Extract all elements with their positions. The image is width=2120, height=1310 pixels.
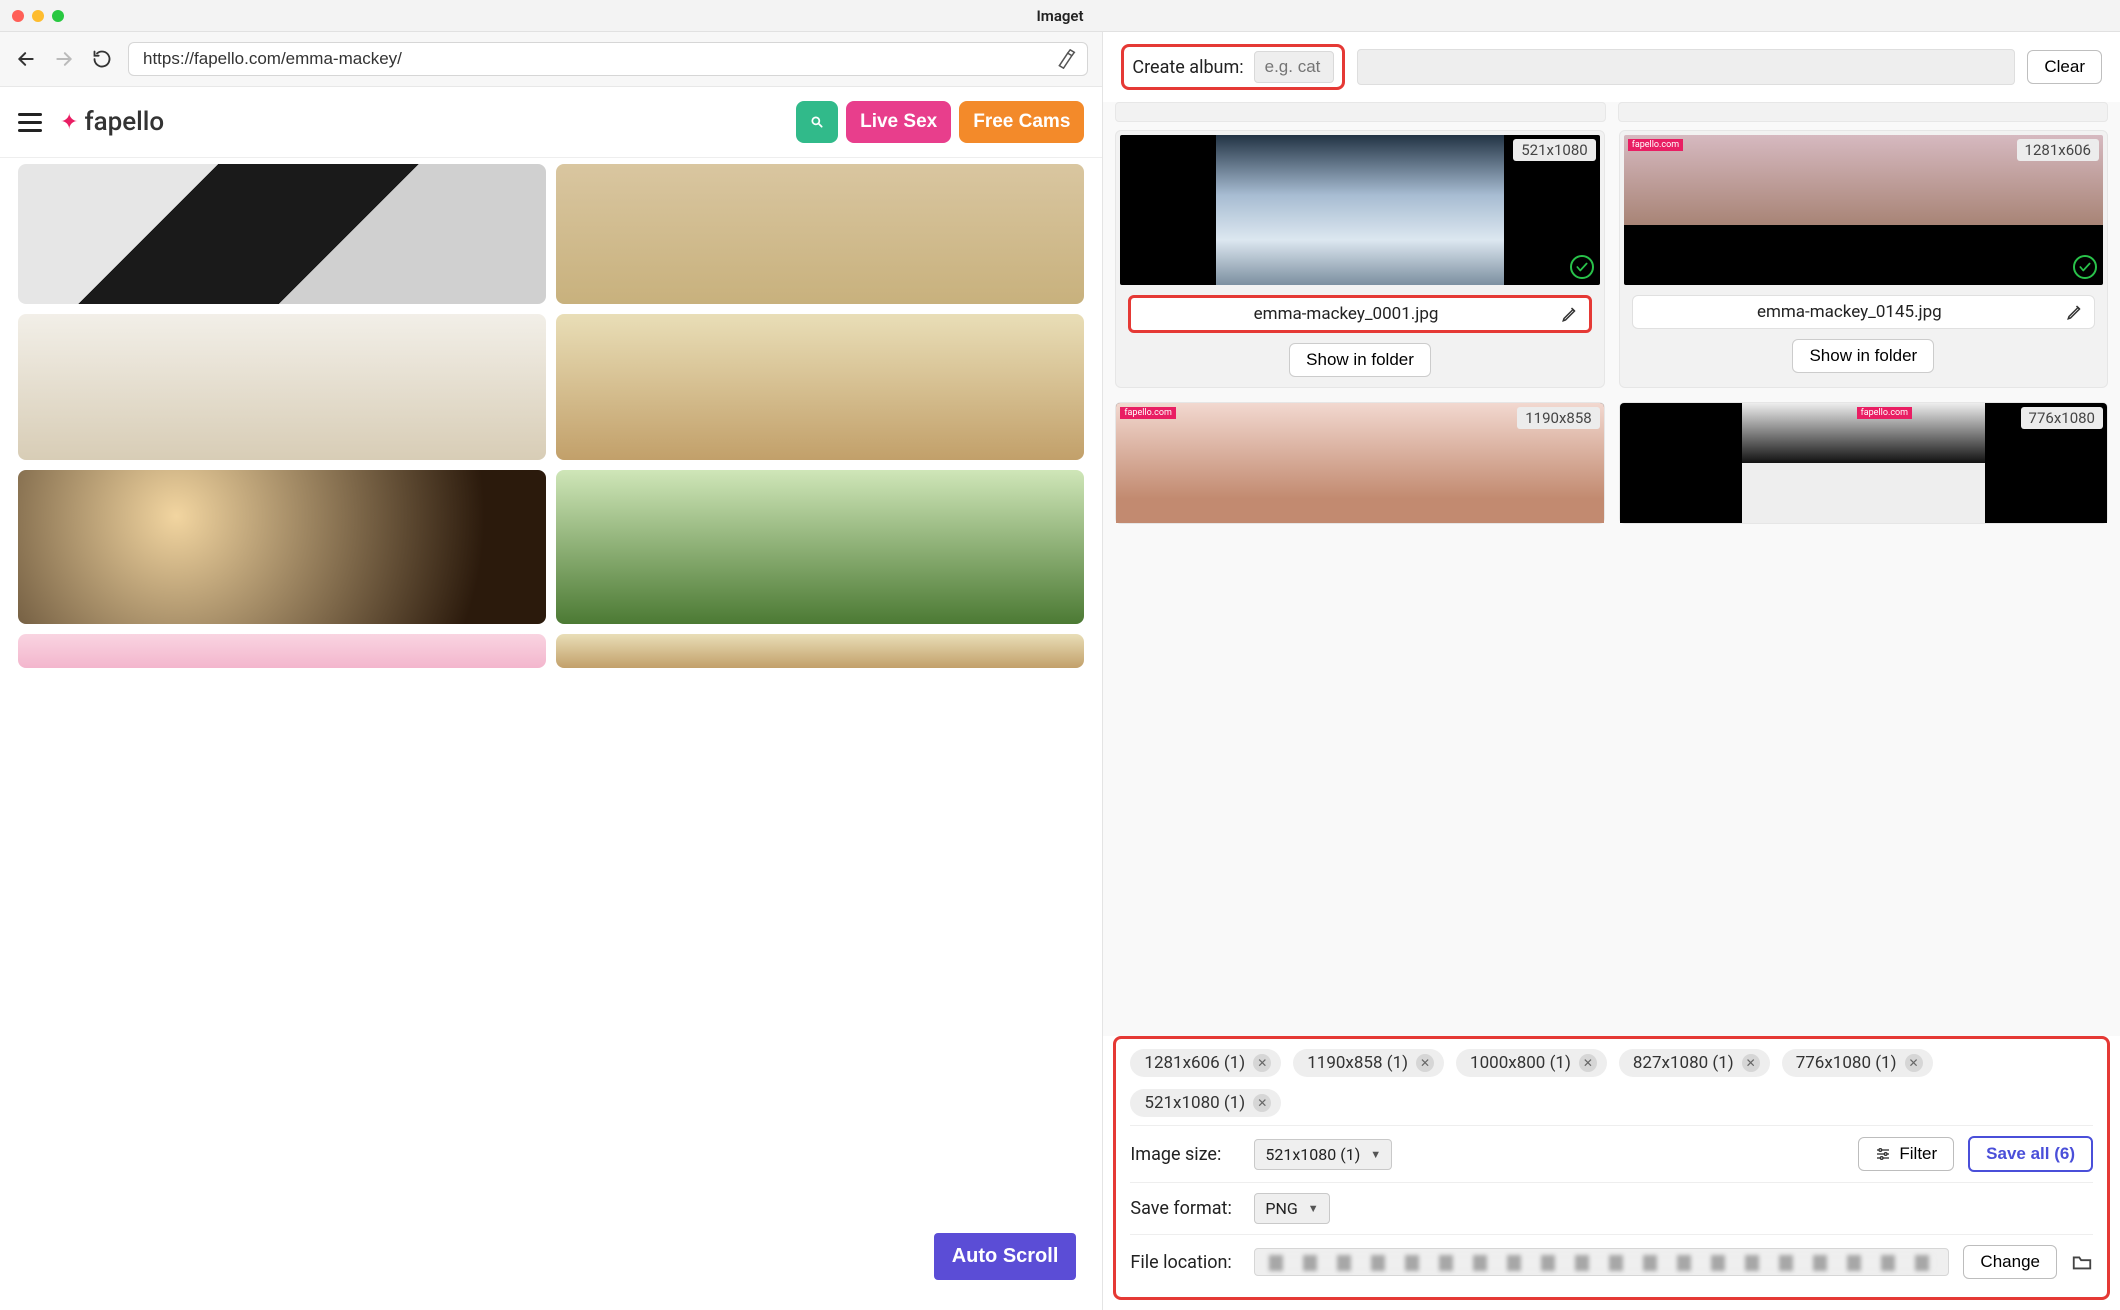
size-chip-list: 1281x606 (1)✕ 1190x858 (1)✕ 1000x800 (1)… [1130, 1049, 2093, 1117]
chip-remove-icon[interactable]: ✕ [1579, 1054, 1597, 1072]
dimensions-badge: 1190x858 [1517, 407, 1599, 429]
reader-mode-icon[interactable] [1055, 48, 1077, 70]
result-card: fapello.com 1190x858 [1115, 402, 1604, 524]
filename-text: emma-mackey_0145.jpg [1643, 302, 2056, 322]
image-size-label: Image size: [1130, 1144, 1240, 1165]
result-image[interactable]: fapello.com 776x1080 [1620, 403, 2107, 523]
browser-toolbar [0, 32, 1102, 87]
size-chip[interactable]: 521x1080 (1)✕ [1130, 1089, 1281, 1117]
dimensions-badge: 521x1080 [1513, 139, 1595, 161]
filename-text: emma-mackey_0001.jpg [1141, 304, 1550, 324]
gallery-thumb[interactable] [556, 634, 1084, 668]
pencil-icon[interactable] [1561, 305, 1579, 323]
dimensions-badge: 776x1080 [2021, 407, 2103, 429]
gallery-thumb[interactable] [556, 470, 1084, 624]
gallery-thumb[interactable] [556, 314, 1084, 460]
watermark: fapello.com [1628, 139, 1683, 151]
chip-remove-icon[interactable]: ✕ [1905, 1054, 1923, 1072]
url-bar[interactable] [128, 42, 1088, 76]
site-header: ✦ fapello Live Sex Free Cams [0, 87, 1102, 158]
show-in-folder-button[interactable]: Show in folder [1289, 343, 1431, 377]
result-card: fapello.com 1281x606 emma-mackey_0145.jp… [1619, 130, 2108, 388]
selected-check-icon [2073, 255, 2097, 279]
forward-button[interactable] [52, 47, 76, 71]
result-image[interactable]: fapello.com 1190x858 [1116, 403, 1603, 523]
result-card: 521x1080 emma-mackey_0001.jpg Show in fo… [1115, 130, 1604, 388]
logo-icon: ✦ [60, 110, 78, 135]
size-chip[interactable]: 776x1080 (1)✕ [1782, 1049, 1933, 1077]
site-name: fapello [84, 107, 164, 137]
pencil-icon[interactable] [2066, 303, 2084, 321]
chip-remove-icon[interactable]: ✕ [1416, 1054, 1434, 1072]
titlebar: Imaget [0, 0, 2120, 32]
size-chip[interactable]: 1000x800 (1)✕ [1456, 1049, 1607, 1077]
filename-row[interactable]: emma-mackey_0001.jpg [1128, 295, 1591, 333]
url-input[interactable] [139, 49, 1055, 69]
imaget-pane: Create album: Clear 521x1080 [1102, 32, 2120, 1310]
show-in-folder-button[interactable]: Show in folder [1792, 339, 1934, 373]
clear-button[interactable]: Clear [2027, 50, 2102, 84]
gallery-thumb[interactable] [556, 164, 1084, 304]
chip-remove-icon[interactable]: ✕ [1253, 1054, 1271, 1072]
file-location-label: File location: [1130, 1252, 1240, 1273]
open-folder-icon[interactable] [2071, 1251, 2093, 1273]
search-button[interactable] [796, 101, 838, 143]
site-logo[interactable]: ✦ fapello [60, 107, 164, 137]
result-image[interactable]: fapello.com 1281x606 [1624, 135, 2103, 285]
auto-scroll-button[interactable]: Auto Scroll [934, 1233, 1077, 1280]
selected-check-icon [1570, 255, 1594, 279]
save-format-select[interactable]: PNG ▼ [1254, 1193, 1329, 1224]
chip-remove-icon[interactable]: ✕ [1742, 1054, 1760, 1072]
results-area: 521x1080 emma-mackey_0001.jpg Show in fo… [1103, 102, 2120, 1036]
image-size-select[interactable]: 521x1080 (1) ▼ [1254, 1139, 1392, 1170]
gallery-thumb[interactable] [18, 470, 546, 624]
watermark: fapello.com [1120, 407, 1175, 419]
album-name-field[interactable] [1357, 49, 2016, 85]
create-album-input[interactable] [1254, 51, 1334, 83]
result-stub [1618, 102, 2108, 122]
chip-remove-icon[interactable]: ✕ [1253, 1094, 1271, 1112]
result-card: fapello.com 776x1080 [1619, 402, 2108, 524]
chevron-down-icon: ▼ [1370, 1148, 1381, 1161]
back-button[interactable] [14, 47, 38, 71]
window-title: Imaget [0, 7, 2120, 25]
size-chip[interactable]: 827x1080 (1)✕ [1619, 1049, 1770, 1077]
browser-pane: ✦ fapello Live Sex Free Cams [0, 32, 1102, 1310]
save-all-button[interactable]: Save all (6) [1968, 1136, 2093, 1172]
gallery-thumb[interactable] [18, 634, 546, 668]
watermark: fapello.com [1857, 407, 1912, 419]
save-format-label: Save format: [1130, 1198, 1240, 1219]
gallery-thumb[interactable] [18, 314, 546, 460]
chevron-down-icon: ▼ [1308, 1202, 1319, 1215]
export-panel: 1281x606 (1)✕ 1190x858 (1)✕ 1000x800 (1)… [1113, 1036, 2110, 1300]
create-album-group: Create album: [1121, 44, 1344, 90]
filter-button[interactable]: Filter [1858, 1137, 1954, 1171]
live-sex-button[interactable]: Live Sex [846, 101, 951, 143]
filename-row[interactable]: emma-mackey_0145.jpg [1632, 295, 2095, 329]
hamburger-menu[interactable] [18, 113, 42, 132]
gallery: Auto Scroll [0, 158, 1102, 1310]
reload-button[interactable] [90, 47, 114, 71]
size-chip[interactable]: 1190x858 (1)✕ [1293, 1049, 1444, 1077]
gallery-thumb[interactable] [18, 164, 546, 304]
free-cams-button[interactable]: Free Cams [959, 101, 1084, 143]
file-location-field[interactable] [1254, 1248, 1949, 1276]
size-chip[interactable]: 1281x606 (1)✕ [1130, 1049, 1281, 1077]
change-location-button[interactable]: Change [1963, 1245, 2057, 1279]
sliders-icon [1875, 1146, 1891, 1162]
dimensions-badge: 1281x606 [2017, 139, 2099, 161]
result-image[interactable]: 521x1080 [1120, 135, 1599, 285]
create-album-label: Create album: [1132, 57, 1243, 78]
result-stub [1115, 102, 1605, 122]
